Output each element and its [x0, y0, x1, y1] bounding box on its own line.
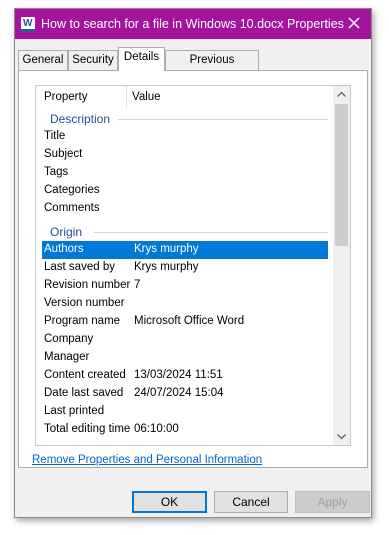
scroll-thumb[interactable] — [335, 104, 348, 246]
property-name: Authors — [44, 243, 84, 255]
property-row[interactable]: Comments — [42, 200, 328, 218]
group-label: Origin — [50, 225, 83, 239]
property-row[interactable]: Date last saved 24/07/2024 15:04 — [42, 385, 328, 403]
property-name: Comments — [44, 202, 100, 214]
column-divider[interactable] — [126, 86, 127, 108]
property-value: 24/07/2024 15:04 — [134, 387, 224, 399]
property-row[interactable]: Last saved by Krys murphy — [42, 259, 328, 277]
property-value: 06:10:00 — [134, 423, 179, 435]
property-row[interactable]: Title — [42, 128, 328, 146]
property-name: Program name — [44, 315, 121, 327]
property-row[interactable]: Subject — [42, 146, 328, 164]
title-bar[interactable]: How to search for a file in Windows 10.d… — [15, 9, 371, 39]
details-panel: Property Value Description Title Subject… — [18, 70, 368, 468]
property-row[interactable]: Categories — [42, 182, 328, 200]
property-name: Total editing time — [44, 423, 131, 435]
vertical-scrollbar[interactable] — [333, 86, 350, 445]
column-header-value[interactable]: Value — [132, 91, 161, 103]
column-header-property[interactable]: Property — [44, 91, 87, 103]
property-row[interactable]: Total editing time 06:10:00 — [42, 421, 328, 439]
chevron-up-icon — [337, 91, 346, 97]
property-value: 13/03/2024 11:51 — [134, 369, 223, 381]
remove-properties-link[interactable]: Remove Properties and Personal Informati… — [32, 454, 262, 466]
scroll-up-button[interactable] — [333, 86, 350, 103]
property-name: Company — [44, 333, 94, 345]
list-header: Property Value — [36, 86, 334, 108]
property-value: Microsoft Office Word — [134, 315, 245, 327]
scroll-down-button[interactable] — [333, 428, 350, 445]
property-row-selected[interactable]: Authors Krys murphy — [42, 241, 328, 259]
property-row[interactable]: Program name Microsoft Office Word — [42, 313, 328, 331]
tab-previous-versions[interactable]: Previous Versions — [165, 50, 259, 84]
group-label: Description — [50, 112, 111, 126]
property-row[interactable]: Company — [42, 331, 328, 349]
property-name: Subject — [44, 148, 83, 160]
group-header-description: Description — [36, 110, 334, 128]
ok-button[interactable]: OK — [132, 491, 207, 513]
property-value[interactable]: Krys murphy — [134, 243, 199, 255]
property-name: Manager — [44, 351, 90, 363]
properties-dialog: How to search for a file in Windows 10.d… — [14, 8, 372, 518]
property-name: Last saved by — [44, 261, 115, 273]
property-name: Date last saved — [44, 387, 124, 399]
property-row[interactable]: Manager — [42, 349, 328, 367]
property-name: Tags — [44, 166, 69, 178]
tab-general[interactable]: General — [18, 50, 68, 70]
group-divider — [94, 232, 328, 233]
property-name: Version number — [44, 297, 125, 309]
property-name: Content created — [44, 369, 126, 381]
property-name: Categories — [44, 184, 100, 196]
property-name: Title — [44, 130, 66, 142]
property-row[interactable]: Last printed — [42, 403, 328, 421]
property-value: Krys murphy — [134, 261, 199, 273]
close-icon — [348, 17, 360, 29]
group-divider — [118, 119, 328, 120]
property-row[interactable]: Tags — [42, 164, 328, 182]
cancel-button[interactable]: Cancel — [214, 491, 288, 513]
property-row[interactable]: Content created 13/03/2024 11:51 — [42, 367, 328, 385]
property-list[interactable]: Property Value Description Title Subject… — [35, 85, 351, 446]
property-row[interactable]: Revision number 7 — [42, 277, 328, 295]
word-document-icon — [21, 17, 35, 32]
apply-button[interactable]: Apply — [295, 491, 370, 513]
window-title: How to search for a file in Windows 10.d… — [41, 17, 344, 31]
tab-security[interactable]: Security — [68, 50, 118, 70]
property-value: 7 — [134, 279, 141, 291]
property-row[interactable]: Version number — [42, 295, 328, 313]
property-name: Last printed — [44, 405, 105, 417]
group-header-origin: Origin — [36, 223, 334, 241]
chevron-down-icon — [337, 434, 346, 440]
close-button[interactable] — [345, 14, 363, 32]
property-name: Revision number — [44, 279, 131, 291]
tab-details[interactable]: Details — [118, 47, 165, 71]
tab-strip: General Security Details Previous Versio… — [15, 47, 371, 84]
